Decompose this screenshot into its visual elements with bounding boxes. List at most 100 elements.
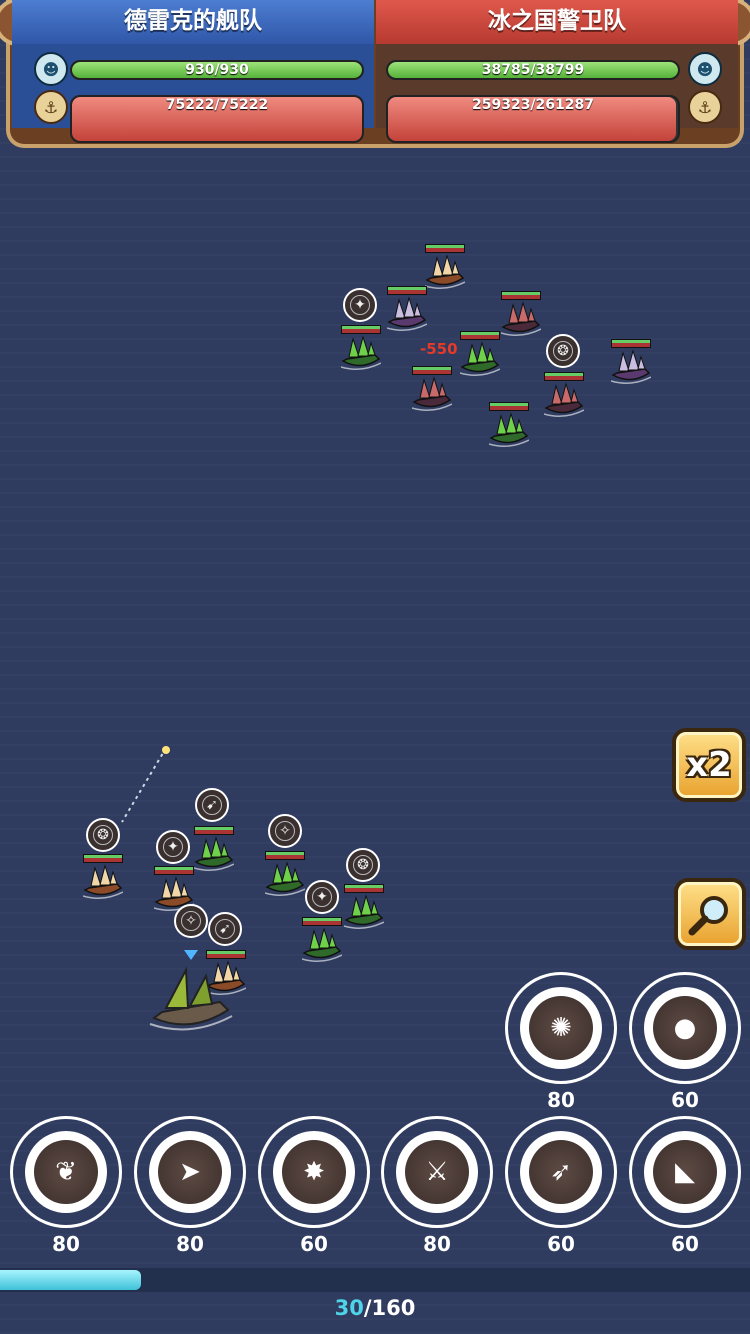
skill-cost: 60	[671, 1232, 699, 1256]
skill-cost: 60	[671, 1088, 699, 1112]
enemy-team-stats: 38785/38799 ☻ 259323/261287 ⚓	[376, 44, 738, 143]
dash-strike-icon: ➶	[529, 1140, 593, 1204]
skill-frame: ❦	[25, 1131, 107, 1213]
pirate-head-icon: ☻	[34, 52, 68, 86]
winged-emblem-icon: ❦	[34, 1140, 98, 1204]
enemy-ship[interactable]	[485, 402, 531, 450]
skill-frame: ⚔	[396, 1131, 478, 1213]
ship-sprite	[344, 894, 384, 929]
skill-cost: 80	[423, 1232, 451, 1256]
ship-sprite	[265, 861, 305, 896]
ship-sprite	[83, 864, 123, 899]
energy-fill	[0, 1270, 141, 1290]
enemy-ship[interactable]	[421, 244, 467, 292]
ship-sprite	[387, 296, 427, 331]
ship-skill-icon: ➹	[208, 912, 242, 946]
ship-sprite	[489, 412, 529, 447]
enemy-fleet-text: 259323/261287	[471, 97, 594, 113]
pirate-head-icon: ☻	[688, 52, 722, 86]
ship-skill-icon: ➹	[195, 788, 229, 822]
enemy-ship[interactable]	[383, 286, 429, 334]
charging-beast-icon: ➤	[158, 1140, 222, 1204]
enemy-fleet-bar: 259323/261287	[386, 95, 680, 143]
ship-skill-icon: ❂	[546, 334, 580, 368]
speed-toggle-button[interactable]: x2	[672, 728, 746, 802]
energy-separator: /	[363, 1296, 372, 1320]
enemy-ship[interactable]	[540, 372, 586, 420]
allied-team-panel: 德雷克的舰队 ☻ 930/930 ⚓ 75222/75222	[12, 0, 374, 143]
ship-skill-icon: ✦	[156, 830, 190, 864]
ship-sprite	[460, 341, 500, 376]
skill-button-bottom-5[interactable]: ➶	[505, 1116, 617, 1228]
ship-hp-bar	[489, 402, 529, 411]
allied-crew-bar: 930/930	[70, 60, 364, 80]
ship-hp-bar	[501, 291, 541, 300]
energy-max: 160	[371, 1296, 416, 1320]
ship-hp-bar	[611, 339, 651, 348]
ship-skill-icon: ✦	[305, 880, 339, 914]
skill-button-bottom-1[interactable]: ❦	[10, 1116, 122, 1228]
allied-ship[interactable]	[190, 826, 236, 874]
allied-ship[interactable]	[261, 851, 307, 899]
projectile-trail	[121, 746, 170, 823]
skill-button-bottom-3[interactable]: ✸	[258, 1116, 370, 1228]
zoom-button[interactable]	[674, 878, 746, 950]
skill-cost: 60	[547, 1232, 575, 1256]
enemy-ship[interactable]	[408, 366, 454, 414]
skill-frame: ◣	[644, 1131, 726, 1213]
ship-wheel-icon: ⚓	[688, 90, 722, 124]
allied-ship[interactable]	[298, 917, 344, 965]
skill-cost: 80	[52, 1232, 80, 1256]
ship-skill-icon: ✦	[343, 288, 377, 322]
damage-number: -550	[420, 340, 458, 358]
skill-button-top-2[interactable]: ●	[629, 972, 741, 1084]
allied-ship[interactable]	[79, 854, 125, 902]
crossed-swords-icon: ⚔	[405, 1140, 469, 1204]
allied-team-name: 德雷克的舰队	[12, 0, 374, 44]
skill-frame: ➶	[520, 1131, 602, 1213]
enemy-ship[interactable]	[456, 331, 502, 379]
skill-button-top-1[interactable]: ✺	[505, 972, 617, 1084]
energy-bar	[0, 1268, 750, 1292]
enemy-ship[interactable]	[497, 291, 543, 339]
skill-frame: ➤	[149, 1131, 231, 1213]
skill-button-bottom-2[interactable]: ➤	[134, 1116, 246, 1228]
flagship[interactable]	[146, 950, 236, 1031]
skill-button-bottom-4[interactable]: ⚔	[381, 1116, 493, 1228]
skill-frame: ●	[644, 987, 726, 1069]
allied-ship[interactable]	[340, 884, 386, 932]
ship-hp-bar	[265, 851, 305, 860]
skill-button-bottom-6[interactable]: ◣	[629, 1116, 741, 1228]
allied-fleet-text: 75222/75222	[165, 97, 269, 113]
ship-sprite	[341, 335, 381, 370]
ship-hp-bar	[425, 244, 465, 253]
ship-sprite	[302, 927, 342, 962]
ship-skill-icon: ✧	[174, 904, 208, 938]
skill-frame: ✺	[520, 987, 602, 1069]
ship-skill-icon: ❂	[86, 818, 120, 852]
flagship-sprite	[149, 966, 233, 1031]
battle-hud: 德雷克的舰队 ☻ 930/930 ⚓ 75222/75222 冰之国警卫队 38…	[0, 0, 750, 160]
orbit-blast-icon: ✺	[529, 996, 593, 1060]
allied-fleet-bar: 75222/75222	[70, 95, 364, 143]
skill-cost: 80	[176, 1232, 204, 1256]
allied-team-stats: ☻ 930/930 ⚓ 75222/75222	[12, 44, 374, 143]
ship-hp-bar	[544, 372, 584, 381]
cannonball-icon: ●	[653, 996, 717, 1060]
ship-hp-bar	[387, 286, 427, 295]
speed-label: x2	[686, 745, 732, 785]
spiked-burst-icon: ✸	[282, 1140, 346, 1204]
skill-cost: 80	[547, 1088, 575, 1112]
ship-skill-icon: ❂	[346, 848, 380, 882]
allied-crew-text: 930/930	[185, 62, 249, 78]
enemy-crew-text: 38785/38799	[481, 62, 585, 78]
enemy-ship[interactable]	[337, 325, 383, 373]
skill-cost: 60	[300, 1232, 328, 1256]
ship-hp-bar	[302, 917, 342, 926]
ship-sprite	[425, 254, 465, 289]
ship-hp-bar	[341, 325, 381, 334]
ship-skill-icon: ✧	[268, 814, 302, 848]
ship-hp-bar	[412, 366, 452, 375]
enemy-ship[interactable]	[607, 339, 653, 387]
enemy-team-panel: 冰之国警卫队 38785/38799 ☻ 259323/261287 ⚓	[376, 0, 738, 143]
